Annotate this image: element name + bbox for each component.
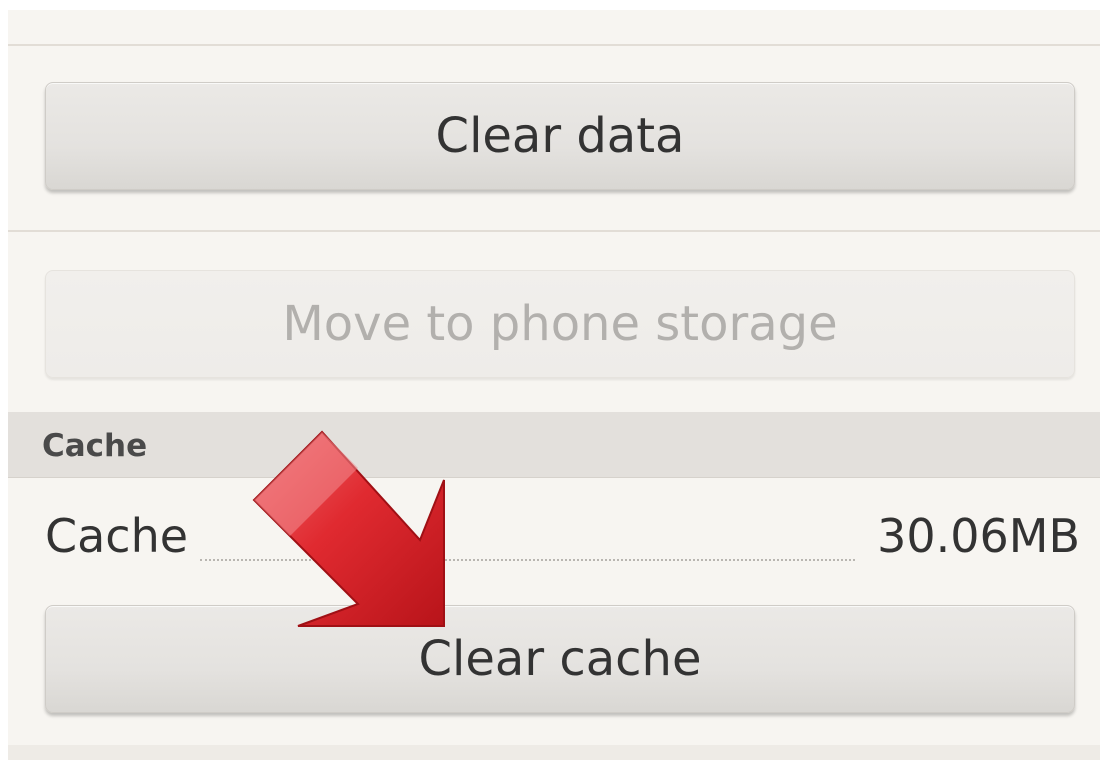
cache-size-row: Cache 30.06MB: [45, 505, 1080, 575]
divider: [8, 230, 1100, 232]
cache-size-label: Cache: [45, 509, 195, 563]
app-info-screen: Clear data Move to phone storage Cache C…: [0, 0, 1100, 760]
cache-section-title: Cache: [42, 428, 148, 464]
clear-cache-label: Clear cache: [418, 631, 702, 687]
dotted-leader: [200, 559, 855, 561]
clear-cache-button[interactable]: Clear cache: [45, 605, 1075, 713]
move-to-phone-storage-label: Move to phone storage: [282, 296, 838, 352]
move-to-phone-storage-button[interactable]: Move to phone storage: [45, 270, 1075, 378]
clear-data-label: Clear data: [435, 108, 685, 164]
cache-size-value: 30.06MB: [871, 509, 1080, 563]
cache-section-header: Cache: [8, 412, 1100, 478]
divider: [8, 44, 1100, 46]
clear-data-button[interactable]: Clear data: [45, 82, 1075, 190]
bottom-divider: [8, 745, 1100, 760]
